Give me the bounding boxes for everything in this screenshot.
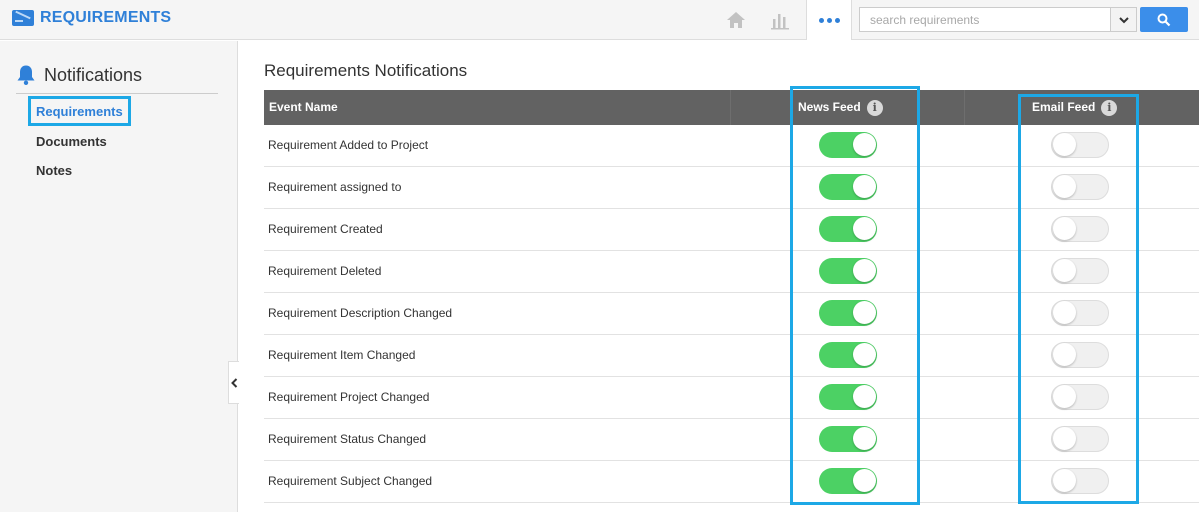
- sidebar: Notifications Requirements Documents Not…: [0, 41, 238, 512]
- app-brand[interactable]: REQUIREMENTS: [12, 9, 171, 27]
- event-name-cell: Requirement Subject Changed: [268, 474, 433, 488]
- search-input[interactable]: [860, 8, 1110, 31]
- sidebar-item-documents[interactable]: Documents: [36, 134, 107, 149]
- home-icon[interactable]: [725, 9, 747, 31]
- event-name-cell: Requirement Created: [268, 222, 383, 236]
- search-button[interactable]: [1140, 7, 1188, 32]
- highlight-box-requirements: [28, 96, 131, 126]
- sidebar-divider: [16, 93, 218, 94]
- event-name-cell: Requirement Added to Project: [268, 138, 429, 152]
- chevron-down-icon: [1118, 16, 1129, 23]
- highlight-box-email-feed: [1018, 94, 1139, 504]
- event-name-cell: Requirement Description Changed: [268, 306, 453, 320]
- event-name-cell: Requirement Item Changed: [268, 348, 416, 362]
- search-box: [859, 7, 1137, 32]
- header-divider: [730, 90, 731, 125]
- chevron-left-icon: [230, 377, 237, 388]
- event-name-cell: Requirement Status Changed: [268, 432, 427, 446]
- app-logo-icon: [12, 10, 34, 26]
- column-header-event-name: Event Name: [269, 100, 338, 114]
- page-title: Requirements Notifications: [264, 61, 468, 80]
- event-name-cell: Requirement Deleted: [268, 264, 382, 278]
- event-name-cell: Requirement assigned to: [268, 180, 402, 194]
- sidebar-header: Notifications: [16, 64, 142, 86]
- bell-icon: [17, 65, 35, 85]
- sidebar-item-notes[interactable]: Notes: [36, 163, 72, 178]
- highlight-box-news-feed: [790, 86, 920, 505]
- app-title: REQUIREMENTS: [40, 9, 172, 26]
- collapse-sidebar-button[interactable]: [228, 361, 239, 404]
- search-dropdown-toggle[interactable]: [1110, 8, 1136, 31]
- search-icon: [1157, 13, 1171, 26]
- top-bar: REQUIREMENTS: [0, 0, 1199, 40]
- header-divider: [964, 90, 965, 125]
- event-name-cell: Requirement Project Changed: [268, 390, 430, 404]
- sidebar-title: Notifications: [44, 64, 143, 85]
- bar-chart-icon[interactable]: [769, 9, 791, 31]
- more-dots-icon[interactable]: [806, 0, 852, 40]
